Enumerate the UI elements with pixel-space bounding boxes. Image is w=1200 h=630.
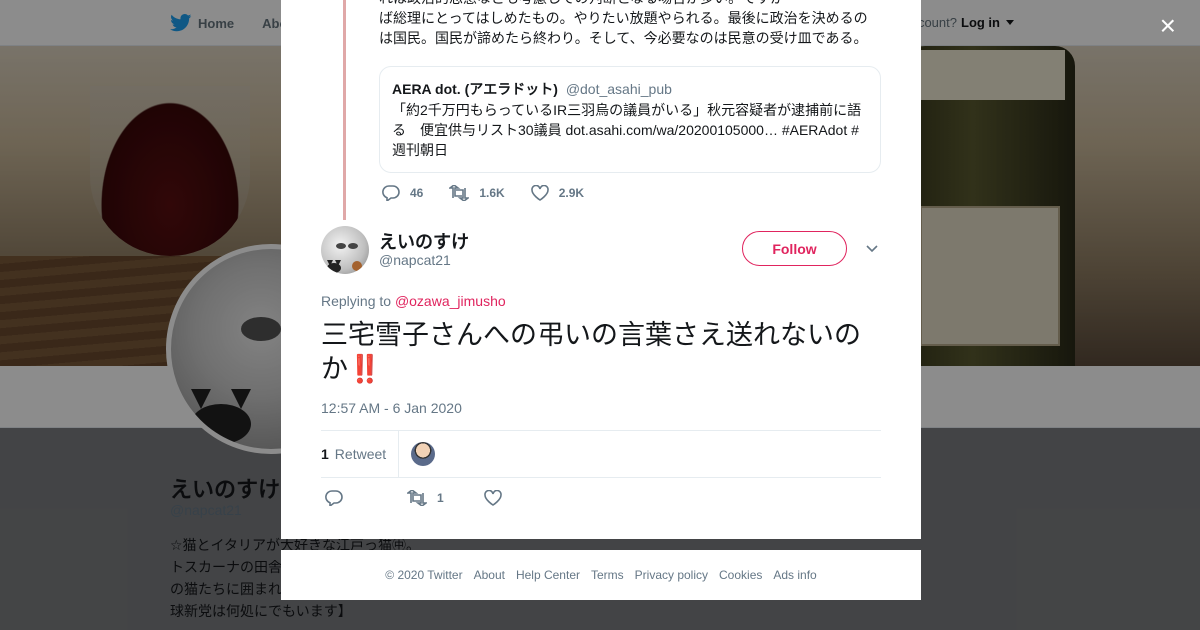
- like-count: 2.9K: [558, 186, 585, 200]
- quoted-tweet[interactable]: AERA dot. (アエラドット) @dot_asahi_pub 「約2千万円…: [379, 66, 881, 173]
- parent-tweet-line: ば総理にとってはしめたもの。やりたい放題やられる。最後に政治を決めるの: [379, 10, 868, 26]
- cat-avatar-image: [327, 243, 362, 273]
- reply-count: 46: [410, 186, 424, 200]
- retweet-stat-label[interactable]: Retweet: [335, 446, 386, 462]
- parent-tweet-line: れは政治的思惑なども考慮しての判断となる場合が多い。ですか: [379, 0, 879, 8]
- footer-link-help-center[interactable]: Help Center: [516, 568, 580, 582]
- parent-tweet-line: は国民。国民が諦めたら終わり。そして、今必要なのは民意の受け皿である。: [379, 30, 868, 46]
- tweet-text: 三宅雪子さんへの弔いの言葉さえ送れないのか‼️: [321, 318, 891, 386]
- tweet-modal: れは政治的思惑なども考慮しての判断となる場合が多い。ですか ば総理にとってはしめ…: [281, 0, 921, 539]
- retweet-action[interactable]: 1: [407, 490, 444, 506]
- retweet-count: 1.6K: [479, 186, 505, 200]
- footer-link-privacy[interactable]: Privacy policy: [635, 568, 708, 582]
- chevron-down-icon[interactable]: [865, 242, 879, 256]
- tweet-text-body: 三宅雪子さんへの弔いの言葉さえ送れないのか: [321, 320, 861, 384]
- retweet-action[interactable]: 1.6K: [449, 185, 505, 201]
- tweet-timestamp[interactable]: 12:57 AM - 6 Jan 2020: [321, 400, 462, 416]
- footer: © 2020 Twitter About Help Center Terms P…: [281, 550, 921, 600]
- replying-prefix: Replying to: [321, 293, 392, 309]
- quoted-author-handle: @dot_asahi_pub: [565, 81, 672, 97]
- footer-link-about[interactable]: About: [474, 568, 505, 582]
- reply-icon: [382, 185, 400, 201]
- author-avatar[interactable]: [321, 226, 369, 274]
- retweeter-avatar[interactable]: [411, 442, 436, 466]
- like-action[interactable]: [483, 490, 502, 506]
- footer-link-terms[interactable]: Terms: [591, 568, 624, 582]
- heart-icon: [530, 185, 549, 201]
- parent-tweet-text: れは政治的思惑なども考慮しての判断となる場合が多い。ですか ば総理にとってはしめ…: [379, 0, 879, 48]
- replying-to: Replying to @ozawa_jimusho: [321, 293, 506, 309]
- heart-icon: [483, 490, 502, 506]
- retweet-count: 1: [437, 491, 444, 505]
- parent-tweet-actions: 46 1.6K 2.9K: [382, 185, 610, 201]
- reply-action[interactable]: 46: [382, 185, 423, 201]
- like-action[interactable]: 2.9K: [530, 185, 585, 201]
- tweet-actions: 1: [325, 490, 528, 506]
- follow-button[interactable]: Follow: [742, 231, 847, 266]
- author-handle[interactable]: @napcat21: [379, 252, 451, 268]
- retweet-stat-count: 1: [321, 446, 329, 462]
- author-name[interactable]: えいのすけ: [379, 228, 469, 254]
- double-exclamation-emoji: ‼️: [348, 354, 382, 384]
- quoted-tweet-header: AERA dot. (アエラドット) @dot_asahi_pub: [392, 79, 868, 99]
- footer-link-ads-info[interactable]: Ads info: [773, 568, 816, 582]
- replying-mention[interactable]: @ozawa_jimusho: [395, 293, 506, 309]
- divider: [321, 477, 881, 478]
- retweet-icon: [407, 490, 427, 506]
- tweet-stats: 1 Retweet: [321, 431, 436, 477]
- thread-connector: [343, 0, 346, 220]
- footer-link-cookies[interactable]: Cookies: [719, 568, 762, 582]
- quoted-author-name: AERA dot. (アエラドット): [392, 81, 558, 97]
- footer-copyright: © 2020 Twitter: [385, 568, 463, 582]
- reply-icon: [325, 490, 343, 506]
- close-icon[interactable]: ×: [1160, 12, 1176, 40]
- reply-action[interactable]: [325, 490, 343, 506]
- retweet-icon: [449, 185, 470, 201]
- stats-separator: [398, 431, 400, 477]
- quoted-tweet-text: 「約2千万円もらっているIR三羽烏の議員がいる」秋元容疑者が逮捕前に語る 便宜供…: [392, 102, 862, 158]
